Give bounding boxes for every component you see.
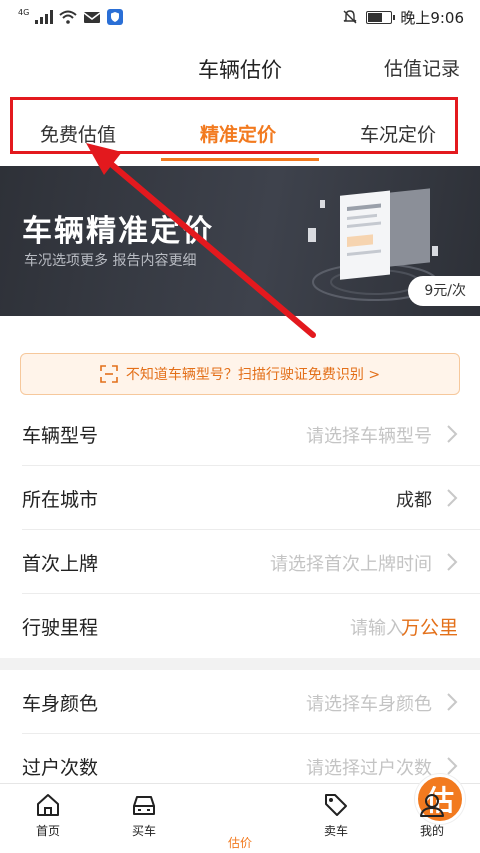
scan-license-tip[interactable]: 不知道车辆型号？扫描行驶证免费识别 > — [20, 353, 460, 395]
wifi-icon — [59, 10, 77, 24]
status-right: 晚上9:06 — [342, 7, 464, 28]
section-divider — [0, 658, 480, 670]
nav-profile-label: 我的 — [419, 824, 444, 838]
battery-icon — [366, 10, 396, 24]
shield-icon — [107, 9, 124, 25]
nav-home[interactable]: 首页 — [8, 792, 88, 839]
scan-tip-text: 不知道车辆型号？扫描行驶证免费识别 > — [125, 367, 381, 383]
first-registration-value: 请选择首次上牌时间 — [270, 554, 432, 575]
mileage-input[interactable]: 请输入 — [350, 614, 404, 640]
body-color-label: 车身颜色 — [22, 693, 99, 715]
banner-title: 车辆精准定价 — [22, 214, 214, 249]
vehicle-model-value: 请选择车辆型号 — [306, 426, 432, 447]
banner-subtitle: 车况选项更多 报告内容更细 — [24, 253, 197, 269]
mileage-row: 行驶里程 请输入 万公里 — [22, 594, 480, 658]
bottom-navigation: 首页 买车 估 估价 卖车 我的 — [0, 774, 480, 853]
city-row[interactable]: 所在城市 成都 — [22, 466, 480, 530]
city-value: 成都 — [396, 490, 432, 511]
nav-estimate-label: 估价 — [227, 836, 252, 850]
city-label: 所在城市 — [22, 489, 99, 511]
car-icon — [133, 796, 155, 815]
transfer-count-value: 请选择过户次数 — [306, 758, 432, 779]
chevron-right-icon — [447, 425, 458, 443]
signal-icon — [35, 10, 54, 24]
mute-bell-icon — [343, 10, 357, 24]
network-type: 4G — [18, 7, 30, 17]
promo-banner[interactable]: 车辆精准定价 车况选项更多 报告内容更细 9元/次 — [0, 166, 480, 316]
nav-sell-car-label: 卖车 — [323, 824, 348, 838]
nav-sell-car[interactable]: 卖车 — [296, 792, 376, 839]
status-bar: 4G 晚上9:06 — [0, 0, 480, 34]
first-registration-row[interactable]: 首次上牌 请选择首次上牌时间 — [22, 530, 480, 594]
mail-icon — [83, 11, 101, 23]
user-icon — [420, 794, 444, 817]
chevron-right-icon — [447, 693, 458, 711]
nav-buy-car[interactable]: 买车 — [104, 792, 184, 839]
vehicle-model-label: 车辆型号 — [22, 425, 99, 447]
estimate-history-link[interactable]: 估值记录 — [384, 54, 460, 81]
tag-icon — [325, 794, 347, 816]
transfer-count-label: 过户次数 — [22, 757, 99, 779]
chevron-right-icon — [447, 757, 458, 775]
body-color-value: 请选择车身颜色 — [306, 694, 432, 715]
chevron-right-icon — [447, 489, 458, 507]
nav-home-label: 首页 — [35, 824, 60, 838]
first-registration-label: 首次上牌 — [22, 553, 99, 575]
mileage-label: 行驶里程 — [22, 617, 99, 639]
vehicle-model-row[interactable]: 车辆型号 请选择车辆型号 — [22, 402, 480, 466]
chevron-right-icon — [447, 553, 458, 571]
status-left: 4G — [18, 7, 124, 25]
body-color-row[interactable]: 车身颜色 请选择车身颜色 — [22, 670, 480, 734]
banner-price-badge: 9元/次 — [408, 276, 480, 306]
valuation-form: 车辆型号 请选择车辆型号 所在城市 成都 首次上牌 请选择首次上牌时间 行驶里程… — [0, 402, 480, 798]
nav-profile[interactable]: 我的 — [392, 792, 472, 839]
annotation-highlight-box — [10, 97, 458, 154]
mileage-unit: 万公里 — [400, 617, 458, 639]
nav-buy-car-label: 买车 — [131, 824, 156, 838]
page-header: 车辆估价 估值记录 — [0, 34, 480, 100]
scan-icon — [100, 365, 118, 383]
home-icon — [37, 794, 59, 816]
active-tab-indicator — [161, 158, 319, 161]
status-time: 晚上9:06 — [400, 8, 464, 27]
